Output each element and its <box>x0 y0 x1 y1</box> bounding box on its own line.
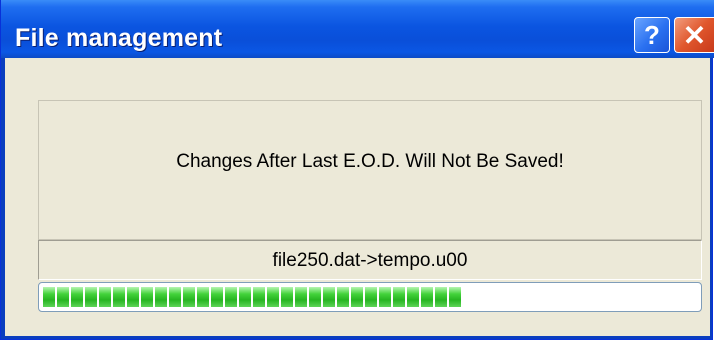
progress-block <box>379 287 391 307</box>
current-file-label: file250.dat->tempo.u00 <box>272 250 468 271</box>
progress-block <box>127 287 139 307</box>
window-title: File management <box>15 24 223 52</box>
progress-block <box>169 287 181 307</box>
close-icon: ✕ <box>682 19 707 51</box>
progress-block <box>435 287 447 307</box>
progress-block <box>309 287 321 307</box>
progress-block <box>113 287 125 307</box>
progress-block <box>99 287 111 307</box>
progress-block <box>57 287 69 307</box>
progress-block <box>393 287 405 307</box>
progress-block <box>155 287 167 307</box>
progress-block <box>267 287 279 307</box>
help-button[interactable]: ? <box>634 17 670 53</box>
progress-block <box>449 287 461 307</box>
progress-block <box>337 287 349 307</box>
progress-block <box>253 287 265 307</box>
progress-block <box>365 287 377 307</box>
progress-block <box>197 287 209 307</box>
progress-block <box>295 287 307 307</box>
progress-block <box>183 287 195 307</box>
progress-block <box>281 287 293 307</box>
warning-message: Changes After Last E.O.D. Will Not Be Sa… <box>176 151 564 172</box>
progress-block <box>71 287 83 307</box>
progress-fill <box>43 287 461 307</box>
close-button[interactable]: ✕ <box>674 17 714 53</box>
dialog-client-area: Changes After Last E.O.D. Will Not Be Sa… <box>5 58 710 336</box>
progress-block <box>239 287 251 307</box>
progress-block <box>407 287 419 307</box>
progress-block <box>351 287 363 307</box>
current-file-box: file250.dat->tempo.u00 <box>38 240 702 280</box>
dialog-window: File management ? ✕ Changes After Last E… <box>0 0 714 340</box>
title-bar[interactable]: File management ? ✕ <box>1 0 714 58</box>
progress-block <box>43 287 55 307</box>
progress-block <box>323 287 335 307</box>
progress-block <box>211 287 223 307</box>
progress-block <box>225 287 237 307</box>
question-mark-icon: ? <box>644 19 660 50</box>
progress-block <box>85 287 97 307</box>
message-panel: Changes After Last E.O.D. Will Not Be Sa… <box>38 100 702 240</box>
progress-bar <box>38 282 702 312</box>
progress-block <box>141 287 153 307</box>
progress-block <box>421 287 433 307</box>
